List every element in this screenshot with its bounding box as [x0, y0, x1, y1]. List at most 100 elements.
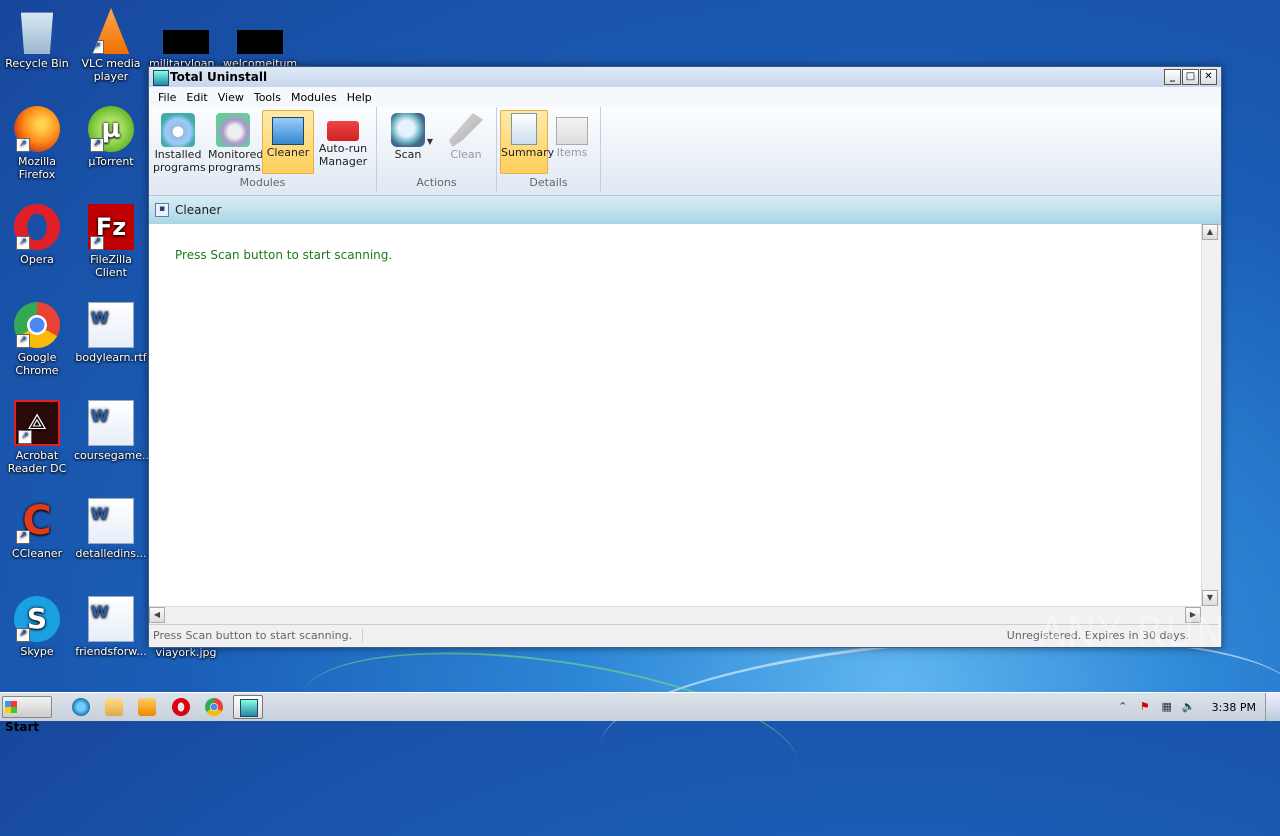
ccleaner-icon: C ↗: [14, 498, 60, 544]
desktop-icon-doc[interactable]: W coursegame...: [74, 400, 152, 462]
monitored-programs-button[interactable]: Monitored programs: [207, 110, 263, 174]
chrome-icon: ↗: [14, 302, 60, 348]
minimize-button[interactable]: _: [1164, 69, 1181, 85]
file-explorer-icon[interactable]: [105, 698, 123, 716]
desktop-icon-label: detalledins...: [75, 547, 147, 560]
scroll-down-icon[interactable]: ▼: [1202, 590, 1218, 606]
action-center-icon[interactable]: ⚑: [1138, 700, 1152, 714]
network-icon[interactable]: ▦: [1160, 700, 1174, 714]
menu-edit[interactable]: Edit: [181, 91, 212, 104]
desktop-icon-doc[interactable]: W detalledins...: [74, 498, 148, 560]
scan-icon: [391, 113, 425, 147]
desktop-icon-opera[interactable]: ↗ Opera: [0, 204, 74, 266]
shortcut-arrow-icon: ↗: [16, 530, 30, 544]
shortcut-arrow-icon: ↗: [90, 236, 104, 250]
opera-icon[interactable]: [172, 698, 190, 716]
utorrent-icon: µ ↗: [88, 106, 134, 152]
scroll-up-icon[interactable]: ▲: [1202, 224, 1218, 240]
panel-icon: ▪: [155, 203, 169, 217]
scroll-left-icon[interactable]: ◀: [149, 607, 165, 623]
shortcut-arrow-icon: ↗: [16, 236, 30, 250]
opera-icon: ↗: [14, 204, 60, 250]
autorun-manager-button[interactable]: Auto-run Manager: [317, 110, 369, 174]
chevron-down-icon[interactable]: ▼: [427, 135, 433, 148]
total-uninstall-icon: [240, 699, 258, 717]
taskbar-item-total-uninstall[interactable]: [233, 695, 263, 719]
desktop-icon-label: Acrobat Reader DC: [7, 449, 67, 475]
show-desktop-button[interactable]: [1265, 693, 1280, 721]
scan-button[interactable]: Scan ▼: [380, 110, 436, 174]
menu-file[interactable]: File: [153, 91, 181, 104]
desktop-icon-label: Opera: [20, 253, 54, 266]
menu-help[interactable]: Help: [342, 91, 377, 104]
file-icon: [237, 8, 283, 54]
ribbon-group-actions: Scan ▼ Clean Actions: [377, 107, 497, 192]
autorun-manager-icon: [327, 121, 359, 141]
desktop-icon-label: Skype: [20, 645, 54, 658]
cleaner-button[interactable]: Cleaner: [262, 110, 314, 174]
desktop-icon-ccleaner[interactable]: C ↗ CCleaner: [0, 498, 74, 560]
desktop-icon-label: µTorrent: [88, 155, 134, 168]
menu-tools[interactable]: Tools: [249, 91, 286, 104]
title-bar[interactable]: Total Uninstall _ □ ✕: [149, 67, 1221, 87]
ribbon-group-modules: Installed programs Monitored programs Cl…: [149, 107, 377, 192]
summary-button[interactable]: Summary: [500, 110, 554, 174]
installed-programs-button[interactable]: Installed programs: [152, 110, 206, 174]
chrome-icon[interactable]: [205, 698, 223, 716]
chevron-up-icon[interactable]: ⌃: [1116, 700, 1130, 714]
summary-icon: [511, 113, 537, 145]
scan-message: Press Scan button to start scanning.: [175, 248, 393, 262]
button-label: Scan: [394, 148, 422, 161]
desktop-icon-recycle-bin[interactable]: Recycle Bin: [0, 8, 74, 70]
shortcut-arrow-icon: ↗: [92, 40, 104, 54]
desktop-icon-firefox[interactable]: ↗ Mozilla Firefox: [0, 106, 74, 181]
desktop-icon-acrobat[interactable]: ⟁ ↗ Acrobat Reader DC: [0, 400, 74, 475]
menu-bar: File Edit View Tools Modules Help: [149, 87, 1221, 107]
desktop-icon-label: Recycle Bin: [5, 57, 69, 70]
start-label: Start: [5, 720, 40, 734]
filezilla-icon: Fz ↗: [88, 204, 134, 250]
shortcut-arrow-icon: ↗: [90, 138, 104, 152]
start-button[interactable]: Start: [2, 696, 52, 734]
items-icon: [556, 117, 588, 145]
desktop-icon-vlc[interactable]: ↗ VLC media player: [74, 8, 148, 83]
menu-modules[interactable]: Modules: [286, 91, 342, 104]
clock[interactable]: 3:38 PM: [1212, 701, 1256, 714]
maximize-button[interactable]: □: [1182, 69, 1199, 85]
menu-view[interactable]: View: [213, 91, 249, 104]
content-area[interactable]: Press Scan button to start scanning.: [149, 224, 1201, 606]
redacted-box: [163, 30, 209, 54]
redacted-box: [237, 30, 283, 54]
desktop-icon-file[interactable]: militaryloan...: [149, 8, 225, 70]
desktop-icon-label: bodylearn.rtf: [75, 351, 147, 364]
file-icon: [163, 8, 209, 54]
clean-icon: [449, 113, 483, 147]
items-button[interactable]: Items: [548, 110, 596, 174]
desktop-icon-chrome[interactable]: ↗ Google Chrome: [0, 302, 74, 377]
clean-button[interactable]: Clean: [440, 110, 492, 174]
group-label-details: Details: [529, 176, 568, 189]
desktop-icon-label: Google Chrome: [15, 351, 59, 377]
status-text: Press Scan button to start scanning.: [153, 629, 364, 642]
desktop-icon-rtf[interactable]: W bodylearn.rtf: [74, 302, 148, 364]
total-uninstall-window: Total Uninstall _ □ ✕ File Edit View Too…: [148, 66, 1222, 648]
system-tray: ⌃ ⚑ ▦ 🔈 3:38 PM: [1112, 693, 1280, 721]
desktop-icon-doc[interactable]: W friendsforw...: [74, 596, 148, 658]
shortcut-arrow-icon: ↗: [16, 138, 30, 152]
close-button[interactable]: ✕: [1200, 69, 1217, 85]
volume-icon[interactable]: 🔈: [1182, 700, 1196, 714]
desktop-icon-skype[interactable]: S ↗ Skype: [0, 596, 74, 658]
vertical-scrollbar[interactable]: ▲ ▼: [1201, 224, 1218, 606]
desktop-icon-utorrent[interactable]: µ ↗ µTorrent: [74, 106, 148, 168]
internet-explorer-icon[interactable]: [72, 698, 90, 716]
button-label: Cleaner: [266, 146, 310, 159]
installed-programs-icon: [161, 113, 195, 147]
media-player-icon[interactable]: [138, 698, 156, 716]
desktop-icon-file[interactable]: welcomeitum...: [223, 8, 308, 70]
desktop-icon-filezilla[interactable]: Fz ↗ FileZilla Client: [74, 204, 148, 279]
skype-icon: S ↗: [14, 596, 60, 642]
window-title: Total Uninstall: [170, 70, 268, 84]
watermark-logo: ANY RUN: [1038, 610, 1227, 656]
button-label: Auto-run Manager: [318, 142, 368, 168]
ribbon: Installed programs Monitored programs Cl…: [149, 107, 1221, 196]
